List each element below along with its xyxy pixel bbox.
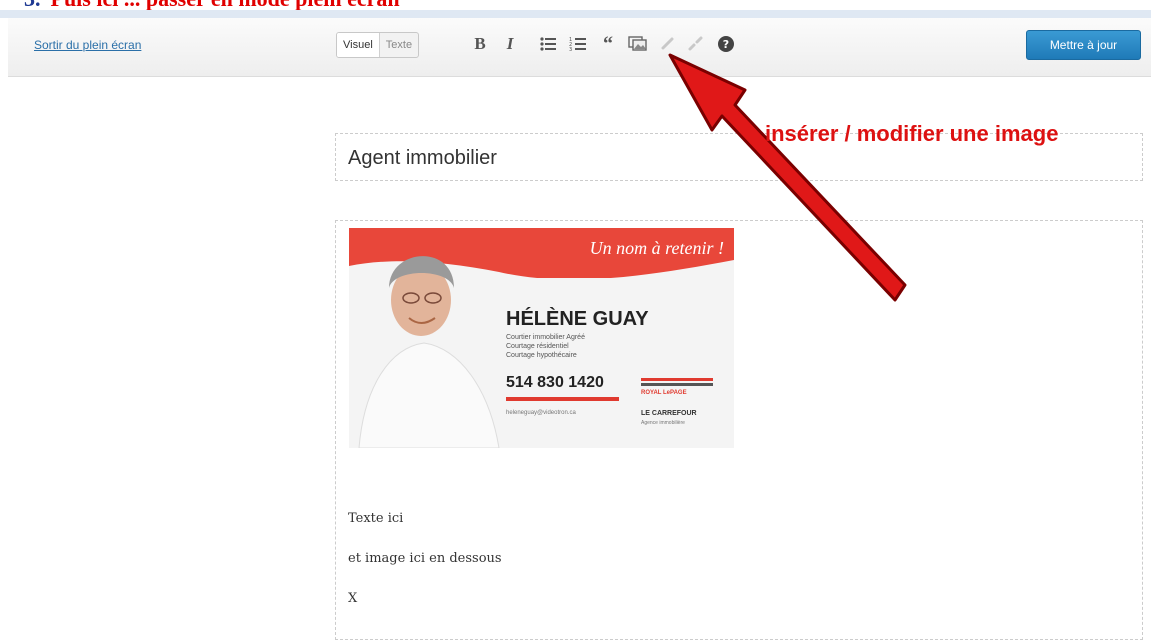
brand-office: LE CARREFOUR xyxy=(641,410,697,417)
card-divider xyxy=(506,397,619,401)
paragraph: Texte ici xyxy=(348,511,404,526)
instruction-number: 3. xyxy=(24,0,41,10)
instruction-text: Puis ici ... passer en mode plein écran xyxy=(51,0,400,10)
link-icon[interactable] xyxy=(656,32,680,56)
italic-button[interactable]: I xyxy=(498,32,522,56)
editor-mode-toggle: Visuel Texte xyxy=(336,32,420,58)
help-icon[interactable]: ? xyxy=(714,32,738,56)
paragraph: X xyxy=(348,591,358,606)
insert-image-icon[interactable] xyxy=(626,32,650,56)
post-content-editor[interactable]: Un nom à retenir ! HÉLÈNE GUAY Courtier … xyxy=(335,220,1143,640)
card-line-1: Courtier immobilier Agréé xyxy=(506,334,585,341)
bullet-list-icon[interactable] xyxy=(536,32,560,56)
svg-text:3: 3 xyxy=(569,47,572,53)
annotation-label: insérer / modifier une image xyxy=(765,121,1059,146)
numbered-list-icon[interactable]: 1 2 3 xyxy=(566,32,590,56)
exit-fullscreen-link[interactable]: Sortir du plein écran xyxy=(34,38,141,52)
tab-text[interactable]: Texte xyxy=(380,33,418,57)
unlink-icon[interactable] xyxy=(684,32,708,56)
instruction-heading: 3. Puis ici ... passer en mode plein écra… xyxy=(0,0,1151,10)
card-slogan: Un nom à retenir ! xyxy=(589,238,724,258)
paragraph: et image ici en dessous xyxy=(348,551,502,566)
bold-button[interactable]: B xyxy=(468,32,492,56)
agent-photo xyxy=(358,256,500,448)
brand-agency: Agence immobilière xyxy=(641,420,685,426)
card-email: heleneguay@videotron.ca xyxy=(506,410,576,416)
card-name: HÉLÈNE GUAY xyxy=(506,308,649,330)
update-button[interactable]: Mettre à jour xyxy=(1026,30,1141,60)
svg-text:?: ? xyxy=(723,38,729,51)
tab-visual[interactable]: Visuel xyxy=(337,33,380,57)
brand-bars xyxy=(641,378,713,388)
blockquote-icon[interactable]: “ xyxy=(596,32,620,56)
card-line-2: Courtage résidentiel xyxy=(506,343,569,350)
top-strip xyxy=(0,10,1151,18)
brand-logo: ROYAL LePAGE xyxy=(641,390,687,396)
card-phone: 514 830 1420 xyxy=(506,374,604,391)
business-card-image[interactable]: Un nom à retenir ! HÉLÈNE GUAY Courtier … xyxy=(349,228,734,448)
editor-toolbar: Sortir du plein écran Visuel Texte B I 1… xyxy=(8,18,1151,77)
card-line-3: Courtage hypothécaire xyxy=(506,352,577,359)
